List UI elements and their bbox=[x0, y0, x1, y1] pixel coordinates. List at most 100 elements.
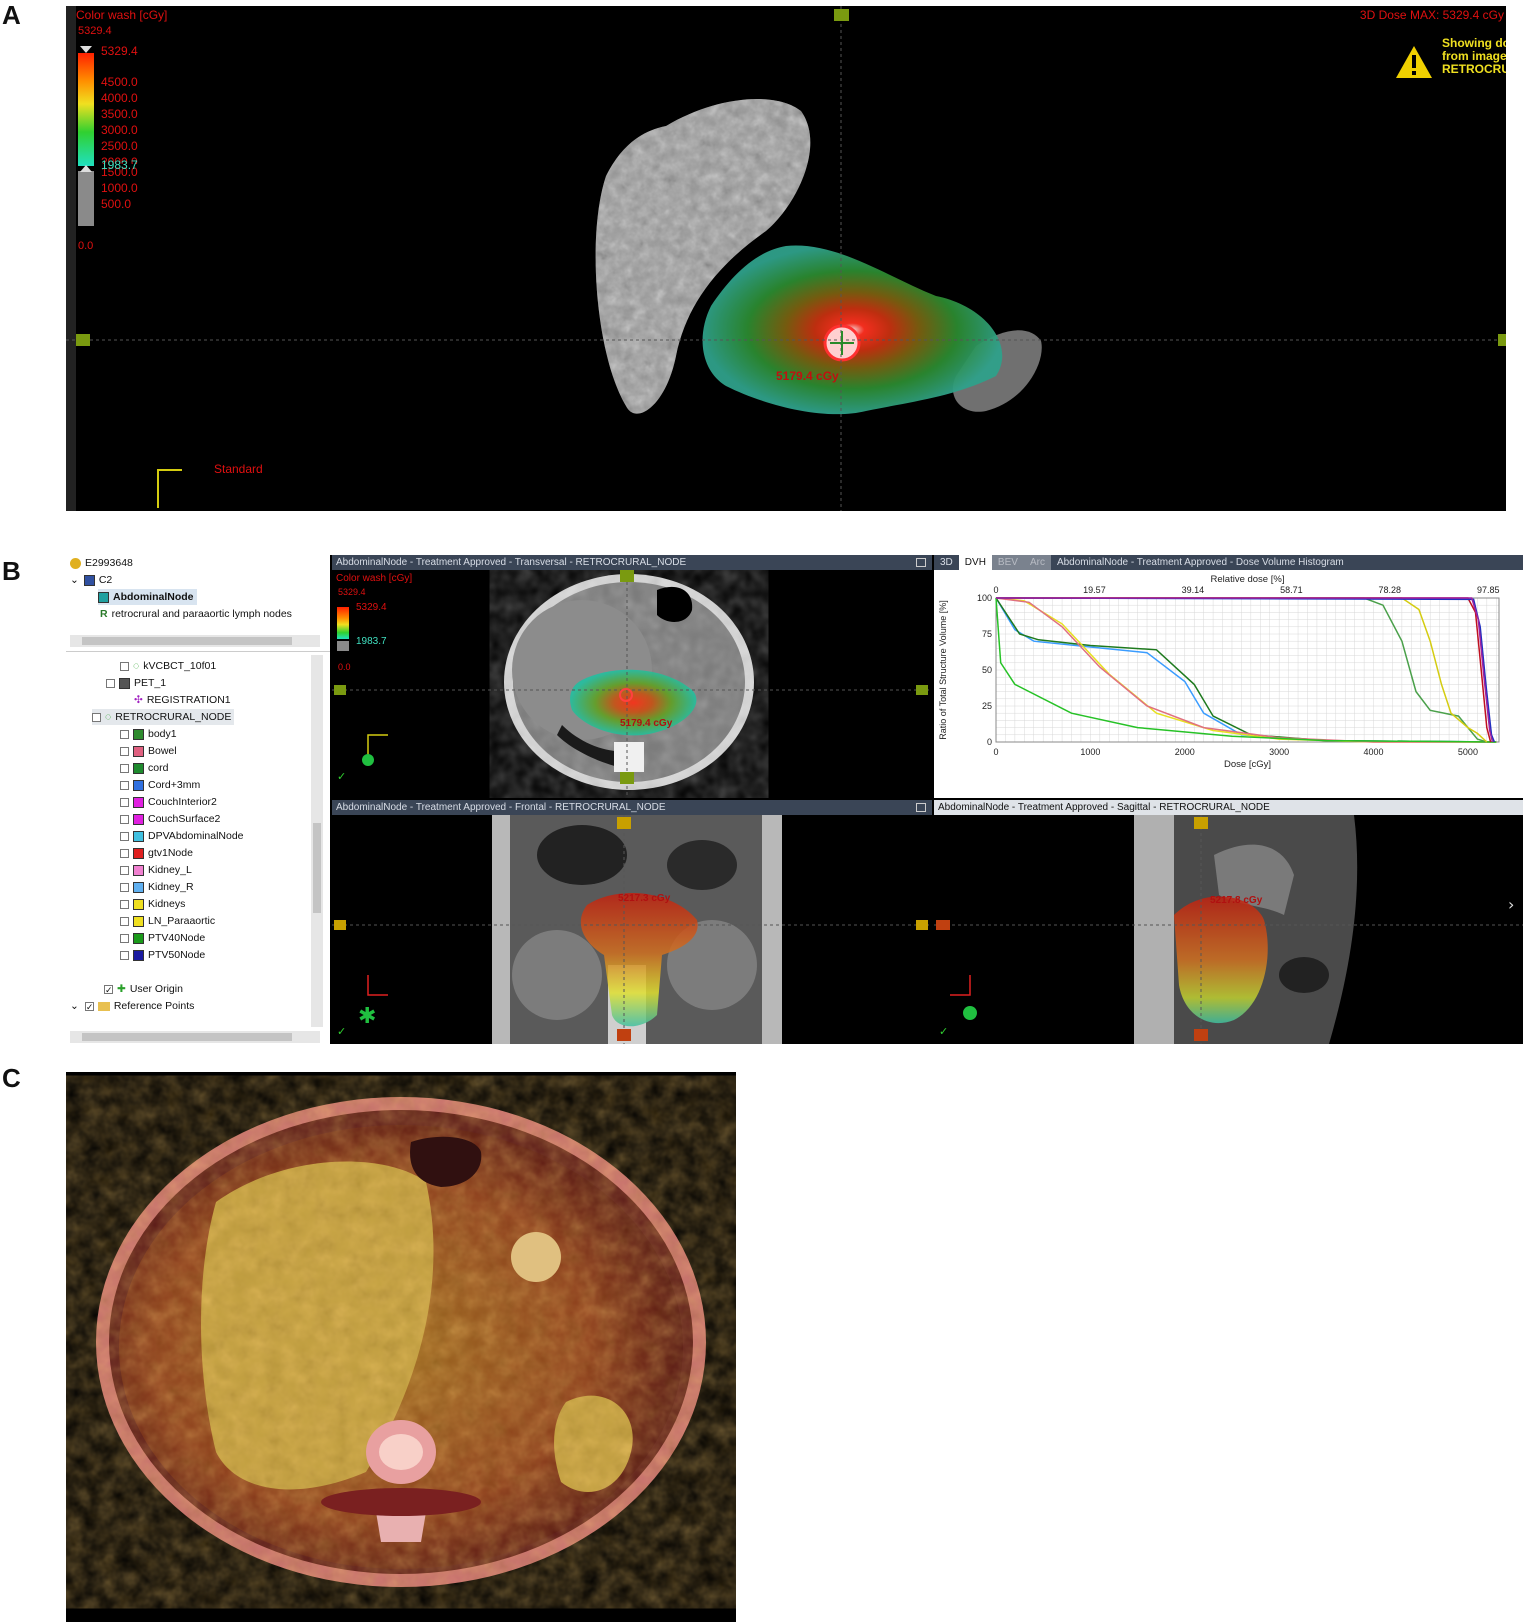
colorwash-threshold[interactable]: 1983.7 bbox=[356, 636, 387, 647]
tree-prescription[interactable]: Rretrocrural and paraaortic lymph nodes bbox=[100, 606, 292, 622]
svg-text:✓: ✓ bbox=[337, 1025, 346, 1038]
dvh-view[interactable]: 3D DVH BEV Arc AbdominalNode - Treatment App… bbox=[934, 555, 1523, 798]
visibility-checkbox[interactable] bbox=[120, 848, 129, 858]
frontal-image: ✱ ✓ bbox=[332, 815, 932, 1044]
maximize-icon[interactable] bbox=[916, 803, 926, 812]
scale-label: 4500.0 bbox=[101, 75, 138, 89]
colorwash-threshold[interactable]: 1983.7 bbox=[101, 158, 138, 172]
structure-color-icon bbox=[133, 813, 144, 825]
svg-text:✓: ✓ bbox=[337, 770, 346, 783]
image-label: RETROCRURAL_NODE bbox=[115, 711, 232, 723]
visibility-checkbox[interactable] bbox=[120, 661, 129, 671]
tree-hscroll-bottom[interactable] bbox=[70, 1031, 320, 1043]
sagittal-view[interactable]: AbdominalNode - Treatment Approved - Sag… bbox=[934, 800, 1523, 1044]
transversal-view[interactable]: AbdominalNode - Treatment Approved - Tra… bbox=[332, 555, 932, 798]
structure-item[interactable]: PTV50Node bbox=[120, 947, 205, 963]
colorwash-max: 5329.4 bbox=[78, 25, 112, 37]
visibility-checkbox[interactable] bbox=[120, 780, 129, 790]
tree-user-origin[interactable]: ✓ ✚ User Origin bbox=[104, 981, 183, 997]
structure-color-icon bbox=[133, 881, 144, 893]
structure-item[interactable]: Kidneys bbox=[120, 896, 185, 912]
tree-reference-points[interactable]: ⌄ ✓ Reference Points bbox=[70, 998, 194, 1014]
warning-message: Showing dose from image RETROCRURAL_NODE bbox=[1442, 37, 1506, 76]
colorwash-title: Color wash [cGy] bbox=[336, 573, 413, 584]
panel-label-a: A bbox=[2, 0, 21, 30]
x-tick-label: 4000 bbox=[1364, 747, 1384, 757]
dose-max-label: 3D Dose MAX: 5329.4 cGy bbox=[1359, 8, 1504, 22]
tab-arc[interactable]: Arc bbox=[1023, 555, 1051, 570]
view-header: AbdominalNode - Treatment Approved - Fro… bbox=[332, 800, 932, 815]
visibility-checkbox[interactable] bbox=[120, 763, 129, 773]
tab-3d[interactable]: 3D bbox=[934, 555, 959, 570]
view-header: AbdominalNode - Treatment Approved - Sag… bbox=[934, 800, 1523, 815]
structure-color-icon bbox=[133, 915, 144, 927]
dvh-header: AbdominalNode - Treatment Approved - Dos… bbox=[1056, 557, 1344, 568]
image-label: kVCBCT_10f01 bbox=[143, 660, 217, 672]
structure-item[interactable]: Bowel bbox=[120, 743, 177, 759]
tree-vscroll[interactable] bbox=[311, 655, 323, 1027]
tree-plan[interactable]: AbdominalNode bbox=[98, 589, 197, 605]
visibility-checkbox[interactable] bbox=[120, 814, 129, 824]
warning-line: RETROCRURAL_NODE bbox=[1442, 62, 1506, 76]
visibility-checkbox[interactable] bbox=[120, 916, 129, 926]
x2-tick-label: 58.71 bbox=[1280, 585, 1303, 595]
structure-item[interactable]: body1 bbox=[120, 726, 177, 742]
visibility-checkbox[interactable] bbox=[120, 865, 129, 875]
view-header: AbdominalNode - Treatment Approved - Tra… bbox=[332, 555, 932, 570]
visibility-checkbox[interactable] bbox=[120, 831, 129, 841]
chevron-down-icon[interactable]: ⌄ bbox=[70, 1000, 79, 1012]
tree-image-pet[interactable]: PET_1 bbox=[106, 675, 166, 691]
visibility-checkbox[interactable] bbox=[106, 678, 115, 688]
visibility-checkbox[interactable] bbox=[120, 899, 129, 909]
x2-tick-label: 0 bbox=[993, 585, 998, 595]
treatment-planning-window: E2993648 ⌄ C2 AbdominalNode Rretrocrural … bbox=[66, 555, 1523, 1044]
tree-image-kvcbct[interactable]: ◌ kVCBCT_10f01 bbox=[120, 658, 216, 674]
structure-item[interactable]: LN_Paraaortic bbox=[120, 913, 215, 929]
structure-item[interactable]: Kidney_R bbox=[120, 879, 194, 895]
structure-label: LN_Paraaortic bbox=[148, 915, 216, 927]
x2-axis-label: Relative dose [%] bbox=[1211, 574, 1285, 585]
tab-bev[interactable]: BEV bbox=[991, 555, 1024, 570]
colorwash-title: Color wash [cGy] bbox=[76, 8, 168, 22]
structure-color-icon bbox=[133, 932, 144, 944]
structure-item[interactable]: CouchSurface2 bbox=[120, 811, 220, 827]
image-icon: ◌ bbox=[133, 660, 140, 672]
colorwash-top: 5329.4 bbox=[101, 44, 138, 58]
maximize-icon[interactable] bbox=[916, 558, 926, 567]
panel-label-b: B bbox=[2, 556, 21, 586]
visibility-checkbox[interactable] bbox=[92, 712, 101, 722]
chevron-down-icon[interactable]: ⌄ bbox=[70, 574, 79, 586]
tree-registration[interactable]: ✣ REGISTRATION1 bbox=[134, 692, 231, 708]
structure-label: body1 bbox=[148, 728, 177, 740]
visibility-checkbox[interactable] bbox=[120, 729, 129, 739]
tree-hscroll-top[interactable] bbox=[70, 635, 320, 647]
tree-patient[interactable]: E2993648 bbox=[70, 555, 133, 571]
tree-image-retrocrural[interactable]: ◌ RETROCRURAL_NODE bbox=[92, 709, 235, 725]
point-dose-label: 5179.4 cGy bbox=[776, 369, 839, 383]
structure-item[interactable]: DPVAbdominalNode bbox=[120, 828, 244, 844]
structure-color-icon bbox=[133, 847, 144, 859]
visibility-checkbox[interactable] bbox=[120, 746, 129, 756]
structure-item[interactable]: gtv1Node bbox=[120, 845, 193, 861]
frontal-view[interactable]: AbdominalNode - Treatment Approved - Fro… bbox=[332, 800, 932, 1044]
scale-label: 500.0 bbox=[101, 197, 132, 211]
visibility-checkbox[interactable] bbox=[120, 882, 129, 892]
visibility-checkbox[interactable] bbox=[120, 797, 129, 807]
structure-item[interactable]: Cord+3mm bbox=[120, 777, 200, 793]
visibility-checkbox[interactable] bbox=[120, 950, 129, 960]
tree-course[interactable]: ⌄ C2 bbox=[70, 572, 112, 588]
visibility-checkbox[interactable]: ✓ bbox=[84, 1001, 94, 1011]
visibility-checkbox[interactable]: ✓ bbox=[104, 984, 113, 994]
structure-item[interactable]: PTV40Node bbox=[120, 930, 205, 946]
pet-ct-image bbox=[96, 1097, 706, 1587]
dose-viewer-large[interactable]: Color wash [cGy] 5329.4 5329.4 4500.0 40… bbox=[66, 6, 1506, 511]
svg-text:✓: ✓ bbox=[939, 1025, 948, 1038]
structure-item[interactable]: cord bbox=[120, 760, 168, 776]
structure-label: Kidneys bbox=[148, 898, 186, 910]
structure-color-icon bbox=[133, 864, 144, 876]
structure-item[interactable]: Kidney_L bbox=[120, 862, 192, 878]
structure-label: gtv1Node bbox=[148, 847, 193, 859]
tab-dvh[interactable]: DVH bbox=[958, 555, 992, 570]
structure-item[interactable]: CouchInterior2 bbox=[120, 794, 217, 810]
visibility-checkbox[interactable] bbox=[120, 933, 129, 943]
